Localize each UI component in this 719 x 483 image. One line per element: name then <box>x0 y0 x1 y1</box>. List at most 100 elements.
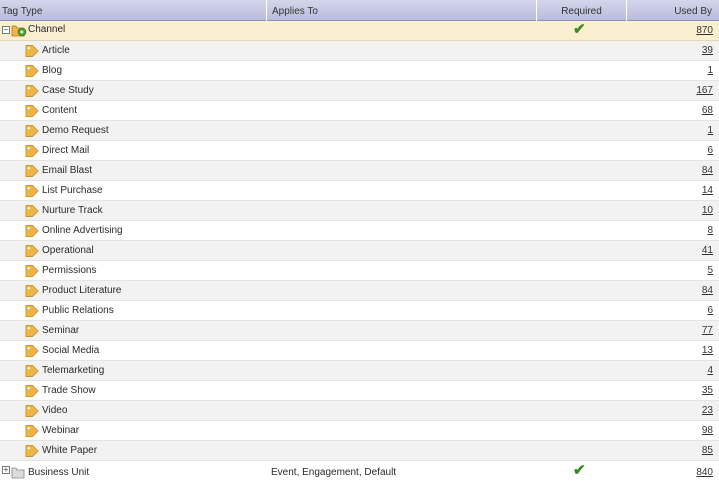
tree-row-child[interactable]: Article 39 <box>0 41 719 61</box>
column-header-used-by[interactable]: Used By <box>626 0 719 21</box>
used-by-count-link[interactable]: 77 <box>702 321 713 341</box>
tag-label: Online Advertising <box>42 225 123 236</box>
tree-row-child[interactable]: Case Study 167 <box>0 81 719 101</box>
tag-icon <box>25 265 39 277</box>
used-by-count-link[interactable]: 5 <box>707 261 713 281</box>
tag-label: Seminar <box>42 325 80 336</box>
tag-label: Trade Show <box>42 385 96 396</box>
used-by-count-link[interactable]: 35 <box>702 381 713 401</box>
tree-row-child[interactable]: Telemarketing 4 <box>0 361 719 381</box>
tag-icon <box>25 345 39 357</box>
tree-row-channel[interactable]: − Channel ✔ 870 <box>0 21 719 41</box>
tag-icon <box>25 225 39 237</box>
tag-group-icon <box>11 467 25 479</box>
used-by-count-link[interactable]: 84 <box>702 161 713 181</box>
tag-label: Social Media <box>42 345 100 356</box>
column-header-required[interactable]: Required <box>536 0 626 21</box>
used-by-count-link[interactable]: 13 <box>702 341 713 361</box>
used-by-count-link[interactable]: 167 <box>696 81 713 101</box>
tree-row-child[interactable]: Operational 41 <box>0 241 719 261</box>
tree-row-child[interactable]: Video 23 <box>0 401 719 421</box>
tree-row-child[interactable]: White Paper 85 <box>0 441 719 461</box>
applies-to-label: Event, Engagement, Default <box>271 467 397 478</box>
used-by-count-link[interactable]: 98 <box>702 421 713 441</box>
tag-label: Webinar <box>42 425 80 436</box>
tree-row-child[interactable]: List Purchase 14 <box>0 181 719 201</box>
tag-icon <box>25 85 39 97</box>
table-header: Tag Type Applies To Required Used By <box>0 0 719 21</box>
used-by-count-link[interactable]: 41 <box>702 241 713 261</box>
tag-type-label: Business Unit <box>28 467 90 478</box>
column-header-tag-type[interactable]: Tag Type <box>0 0 266 21</box>
tag-icon <box>25 145 39 157</box>
tag-icon <box>25 405 39 417</box>
used-by-count-link[interactable]: 1 <box>707 61 713 81</box>
tag-icon <box>25 365 39 377</box>
tag-icon <box>25 385 39 397</box>
used-by-count-link[interactable]: 8 <box>707 221 713 241</box>
tree-row-child[interactable]: Social Media 13 <box>0 341 719 361</box>
used-by-count-link[interactable]: 1 <box>707 121 713 141</box>
tag-icon <box>25 205 39 217</box>
used-by-count-link[interactable]: 6 <box>707 301 713 321</box>
used-by-count-link[interactable]: 4 <box>707 361 713 381</box>
used-by-count-link[interactable]: 84 <box>702 281 713 301</box>
tag-label: Product Literature <box>42 285 122 296</box>
tree-row-child[interactable]: Product Literature 84 <box>0 281 719 301</box>
required-check-icon: ✔ <box>573 21 586 38</box>
required-check-icon: ✔ <box>573 462 586 479</box>
used-by-count-link[interactable]: 68 <box>702 101 713 121</box>
tag-label: Public Relations <box>42 305 114 316</box>
tag-label: Case Study <box>42 85 94 96</box>
tree-row-child[interactable]: Webinar 98 <box>0 421 719 441</box>
tree-row-child[interactable]: Permissions 5 <box>0 261 719 281</box>
tag-icon <box>25 425 39 437</box>
tree-row-child[interactable]: Content 68 <box>0 101 719 121</box>
tree-row-child[interactable]: Direct Mail 6 <box>0 141 719 161</box>
used-by-count-link[interactable]: 10 <box>702 201 713 221</box>
tag-icon <box>25 65 39 77</box>
expand-toggle-icon[interactable]: + <box>2 466 10 474</box>
used-by-count-link[interactable]: 870 <box>696 21 713 41</box>
used-by-count-link[interactable]: 23 <box>702 401 713 421</box>
tag-icon <box>25 245 39 257</box>
used-by-count-link[interactable]: 840 <box>696 463 713 483</box>
tag-label: Video <box>42 405 68 416</box>
tag-icon <box>25 185 39 197</box>
used-by-count-link[interactable]: 85 <box>702 441 713 461</box>
tree-row-child[interactable]: Trade Show 35 <box>0 381 719 401</box>
tag-label: List Purchase <box>42 185 103 196</box>
tag-label: Blog <box>42 65 63 76</box>
tag-label: Email Blast <box>42 165 93 176</box>
tag-label: Permissions <box>42 265 97 276</box>
tag-group-icon <box>11 25 27 37</box>
tag-label: Direct Mail <box>42 145 90 156</box>
tree-row-child[interactable]: Public Relations 6 <box>0 301 719 321</box>
tag-type-label: Channel <box>28 24 66 35</box>
tree-row-child[interactable]: Demo Request 1 <box>0 121 719 141</box>
tag-icon <box>25 165 39 177</box>
column-header-applies-to[interactable]: Applies To <box>266 0 536 21</box>
tag-icon <box>25 445 39 457</box>
used-by-count-link[interactable]: 14 <box>702 181 713 201</box>
tree-row-child[interactable]: Email Blast 84 <box>0 161 719 181</box>
tag-label: Telemarketing <box>42 365 105 376</box>
tag-icon <box>25 305 39 317</box>
tag-label: Article <box>42 45 70 56</box>
tree-row-partial[interactable]: + Business Unit Event, Engagement, Defau… <box>0 461 719 479</box>
collapse-toggle-icon[interactable]: − <box>2 26 10 34</box>
tag-label: Nurture Track <box>42 205 103 216</box>
tree-row-child[interactable]: Nurture Track 10 <box>0 201 719 221</box>
tag-label: Operational <box>42 245 94 256</box>
tree-row-child[interactable]: Seminar 77 <box>0 321 719 341</box>
used-by-count-link[interactable]: 6 <box>707 141 713 161</box>
tag-icon <box>25 325 39 337</box>
tag-label: Demo Request <box>42 125 109 136</box>
tree-row-child[interactable]: Blog 1 <box>0 61 719 81</box>
tag-icon <box>25 125 39 137</box>
used-by-count-link[interactable]: 39 <box>702 41 713 61</box>
tree-row-child[interactable]: Online Advertising 8 <box>0 221 719 241</box>
tag-icon <box>25 45 39 57</box>
tag-label: Content <box>42 105 78 116</box>
tag-icon <box>25 285 39 297</box>
